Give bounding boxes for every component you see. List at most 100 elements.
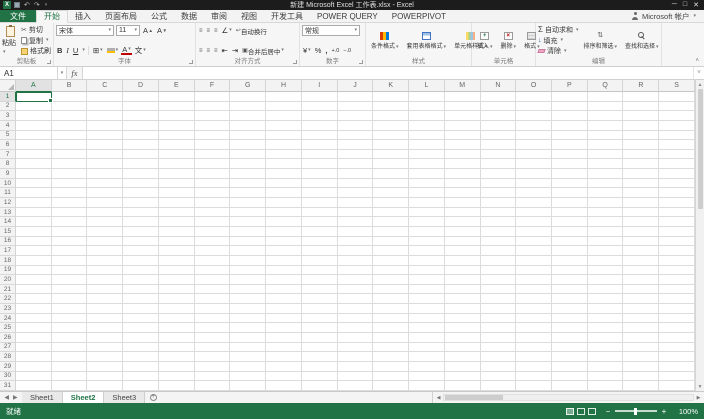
redo-button[interactable]: ↷ bbox=[34, 1, 40, 9]
cell-M7[interactable] bbox=[445, 150, 481, 160]
cell-Q19[interactable] bbox=[588, 266, 624, 276]
cell-M5[interactable] bbox=[445, 131, 481, 141]
font-size-select[interactable]: 11▾ bbox=[116, 25, 140, 36]
cell-P31[interactable] bbox=[552, 381, 588, 391]
cell-Q10[interactable] bbox=[588, 179, 624, 189]
cell-O30[interactable] bbox=[516, 372, 552, 382]
cell-I19[interactable] bbox=[302, 266, 338, 276]
cell-C7[interactable] bbox=[87, 150, 123, 160]
cell-R25[interactable] bbox=[623, 323, 659, 333]
cell-S27[interactable] bbox=[659, 343, 695, 353]
cell-I26[interactable] bbox=[302, 333, 338, 343]
cell-J10[interactable] bbox=[338, 179, 374, 189]
cell-B29[interactable] bbox=[52, 362, 88, 372]
cell-G27[interactable] bbox=[230, 343, 266, 353]
cell-R19[interactable] bbox=[623, 266, 659, 276]
cell-L5[interactable] bbox=[409, 131, 445, 141]
cell-D18[interactable] bbox=[123, 256, 159, 266]
ribbon-tab-home[interactable]: 开始 bbox=[36, 10, 68, 23]
cell-G22[interactable] bbox=[230, 294, 266, 304]
cell-S28[interactable] bbox=[659, 352, 695, 362]
cell-S10[interactable] bbox=[659, 179, 695, 189]
column-header-R[interactable]: R bbox=[623, 80, 659, 92]
cell-R24[interactable] bbox=[623, 314, 659, 324]
cell-S19[interactable] bbox=[659, 266, 695, 276]
cell-A26[interactable] bbox=[16, 333, 52, 343]
row-header-22[interactable]: 22 bbox=[0, 294, 16, 304]
cell-N18[interactable] bbox=[481, 256, 517, 266]
cell-R2[interactable] bbox=[623, 102, 659, 112]
insert-function-button[interactable]: fx bbox=[67, 67, 83, 79]
cell-O7[interactable] bbox=[516, 150, 552, 160]
sheet-tab-sheet2[interactable]: Sheet2 bbox=[63, 392, 105, 403]
cell-A27[interactable] bbox=[16, 343, 52, 353]
cell-J27[interactable] bbox=[338, 343, 374, 353]
cell-I21[interactable] bbox=[302, 285, 338, 295]
cell-D3[interactable] bbox=[123, 111, 159, 121]
cell-H6[interactable] bbox=[266, 140, 302, 150]
cell-R1[interactable] bbox=[623, 92, 659, 102]
cell-M25[interactable] bbox=[445, 323, 481, 333]
cell-H12[interactable] bbox=[266, 198, 302, 208]
cell-B11[interactable] bbox=[52, 188, 88, 198]
cell-E11[interactable] bbox=[159, 188, 195, 198]
cell-J16[interactable] bbox=[338, 237, 374, 247]
cell-Q21[interactable] bbox=[588, 285, 624, 295]
cell-C8[interactable] bbox=[87, 159, 123, 169]
cell-H18[interactable] bbox=[266, 256, 302, 266]
cell-O23[interactable] bbox=[516, 304, 552, 314]
cell-R8[interactable] bbox=[623, 159, 659, 169]
cell-R4[interactable] bbox=[623, 121, 659, 131]
bold-button[interactable]: B bbox=[56, 45, 63, 56]
cell-O10[interactable] bbox=[516, 179, 552, 189]
cell-O6[interactable] bbox=[516, 140, 552, 150]
cell-C14[interactable] bbox=[87, 217, 123, 227]
cell-L9[interactable] bbox=[409, 169, 445, 179]
cell-B3[interactable] bbox=[52, 111, 88, 121]
autosum-button[interactable]: Σ自动求和▾ bbox=[538, 25, 578, 35]
cell-M30[interactable] bbox=[445, 372, 481, 382]
cell-O14[interactable] bbox=[516, 217, 552, 227]
cell-Q25[interactable] bbox=[588, 323, 624, 333]
cell-O12[interactable] bbox=[516, 198, 552, 208]
cell-A16[interactable] bbox=[16, 237, 52, 247]
cut-button[interactable]: ✂剪切 bbox=[21, 25, 51, 35]
cell-H27[interactable] bbox=[266, 343, 302, 353]
cell-B12[interactable] bbox=[52, 198, 88, 208]
cell-H8[interactable] bbox=[266, 159, 302, 169]
cell-S13[interactable] bbox=[659, 208, 695, 218]
merge-center-button[interactable]: ▣合并后居中▾ bbox=[241, 45, 285, 56]
cell-F15[interactable] bbox=[195, 227, 231, 237]
cell-K7[interactable] bbox=[373, 150, 409, 160]
cell-J21[interactable] bbox=[338, 285, 374, 295]
cell-O17[interactable] bbox=[516, 246, 552, 256]
cell-I18[interactable] bbox=[302, 256, 338, 266]
cell-K24[interactable] bbox=[373, 314, 409, 324]
cell-J28[interactable] bbox=[338, 352, 374, 362]
cell-R7[interactable] bbox=[623, 150, 659, 160]
cell-B19[interactable] bbox=[52, 266, 88, 276]
cell-N24[interactable] bbox=[481, 314, 517, 324]
cell-K14[interactable] bbox=[373, 217, 409, 227]
cell-E31[interactable] bbox=[159, 381, 195, 391]
cell-E9[interactable] bbox=[159, 169, 195, 179]
cell-B21[interactable] bbox=[52, 285, 88, 295]
cell-O22[interactable] bbox=[516, 294, 552, 304]
cell-L16[interactable] bbox=[409, 237, 445, 247]
cell-E13[interactable] bbox=[159, 208, 195, 218]
ribbon-tab-view[interactable]: 视图 bbox=[234, 10, 264, 22]
cell-K27[interactable] bbox=[373, 343, 409, 353]
cell-B1[interactable] bbox=[52, 92, 88, 102]
cell-M21[interactable] bbox=[445, 285, 481, 295]
cell-J24[interactable] bbox=[338, 314, 374, 324]
cell-H30[interactable] bbox=[266, 372, 302, 382]
cell-J29[interactable] bbox=[338, 362, 374, 372]
cell-F5[interactable] bbox=[195, 131, 231, 141]
row-header-28[interactable]: 28 bbox=[0, 352, 16, 362]
row-header-3[interactable]: 3 bbox=[0, 111, 16, 121]
cell-D11[interactable] bbox=[123, 188, 159, 198]
cell-L12[interactable] bbox=[409, 198, 445, 208]
cell-J30[interactable] bbox=[338, 372, 374, 382]
cell-H7[interactable] bbox=[266, 150, 302, 160]
cell-B14[interactable] bbox=[52, 217, 88, 227]
